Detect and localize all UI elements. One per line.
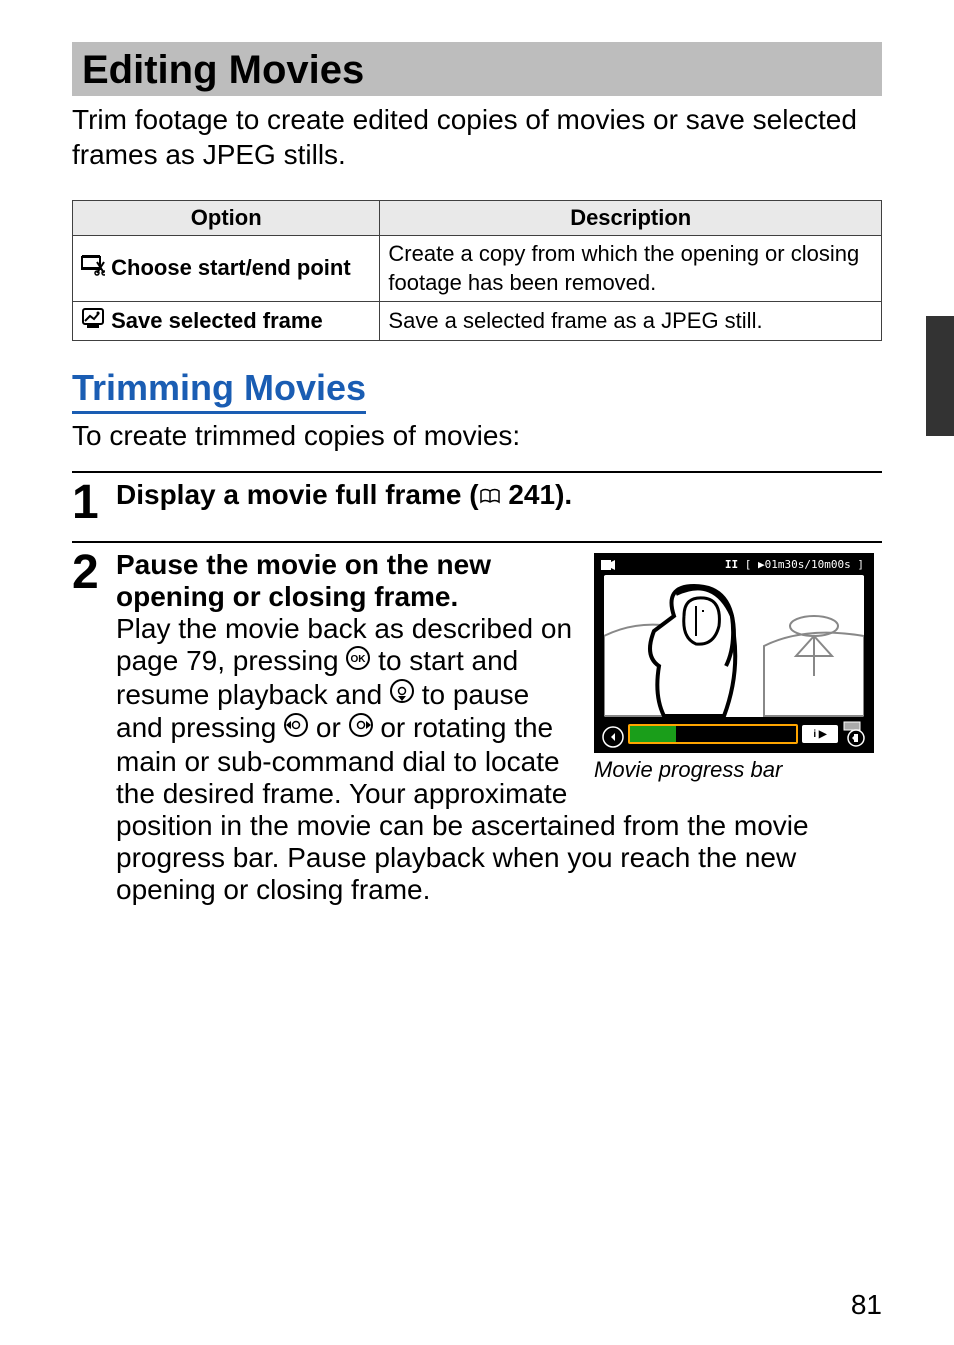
option-label-choose: Choose start/end point bbox=[111, 254, 351, 283]
option-desc-save: Save a selected frame as a JPEG still. bbox=[380, 302, 882, 341]
page-number: 81 bbox=[851, 1289, 882, 1321]
section-edge-tab bbox=[926, 316, 954, 436]
subheading-title: Trimming Movies bbox=[72, 367, 366, 414]
step-divider bbox=[72, 541, 882, 543]
multiselector-right-icon bbox=[349, 712, 373, 744]
options-table: Option Description bbox=[72, 200, 882, 341]
section-intro: Trim footage to create edited copies of … bbox=[72, 102, 882, 172]
option-label-save: Save selected frame bbox=[111, 307, 323, 336]
step-divider bbox=[72, 471, 882, 473]
step-1-number: 1 bbox=[72, 479, 108, 527]
preview-illustration bbox=[604, 575, 864, 717]
subheading-desc: To create trimmed copies of movies: bbox=[72, 418, 882, 453]
dpad-left-icon bbox=[602, 723, 624, 745]
playback-time-overlay: II [ ▶01m30s/10m00s ] bbox=[721, 557, 868, 572]
table-header-description: Description bbox=[380, 201, 882, 236]
multiselector-down-icon bbox=[390, 678, 414, 710]
option-desc-choose: Create a copy from which the opening or … bbox=[380, 236, 882, 302]
trim-control-icon bbox=[842, 720, 866, 748]
section-title: Editing Movies bbox=[72, 42, 882, 96]
ok-button-icon: OK bbox=[346, 645, 370, 677]
movie-progress-fill bbox=[630, 726, 676, 742]
step-1-title-pre: Display a movie full frame ( bbox=[116, 479, 479, 510]
movie-mode-icon bbox=[600, 557, 616, 576]
table-header-option: Option bbox=[73, 201, 380, 236]
movie-preview-frame: II [ ▶01m30s/10m00s ] bbox=[594, 553, 874, 753]
pause-glyph: II bbox=[725, 558, 738, 571]
info-badge: i ▶ bbox=[802, 725, 838, 743]
step-2-title: Pause the movie on the new opening or cl… bbox=[116, 549, 491, 612]
step-1: 1 Display a movie full frame ( 241). bbox=[72, 479, 882, 527]
table-row: Choose start/end point Create a copy fro… bbox=[73, 236, 882, 302]
playback-time-text: [ ▶01m30s/10m00s ] bbox=[745, 558, 864, 571]
frame-save-icon bbox=[81, 307, 105, 337]
multiselector-left-icon bbox=[284, 712, 308, 744]
table-row: Save selected frame Save a selected fram… bbox=[73, 302, 882, 341]
step-1-title-post: 241). bbox=[501, 479, 573, 510]
trim-icon bbox=[81, 254, 105, 284]
page-ref-icon bbox=[479, 479, 501, 511]
step-2-figure: II [ ▶01m30s/10m00s ] bbox=[594, 553, 874, 783]
step-2-body-4: or bbox=[308, 712, 348, 743]
movie-progress-bar bbox=[628, 724, 798, 744]
svg-text:OK: OK bbox=[351, 654, 367, 665]
preview-bottom-bar: i ▶ bbox=[602, 721, 866, 747]
step-2: 2 II [ ▶01m30s/10m00s ] bbox=[72, 549, 882, 906]
step-2-number: 2 bbox=[72, 549, 108, 597]
figure-caption: Movie progress bar bbox=[594, 757, 874, 783]
